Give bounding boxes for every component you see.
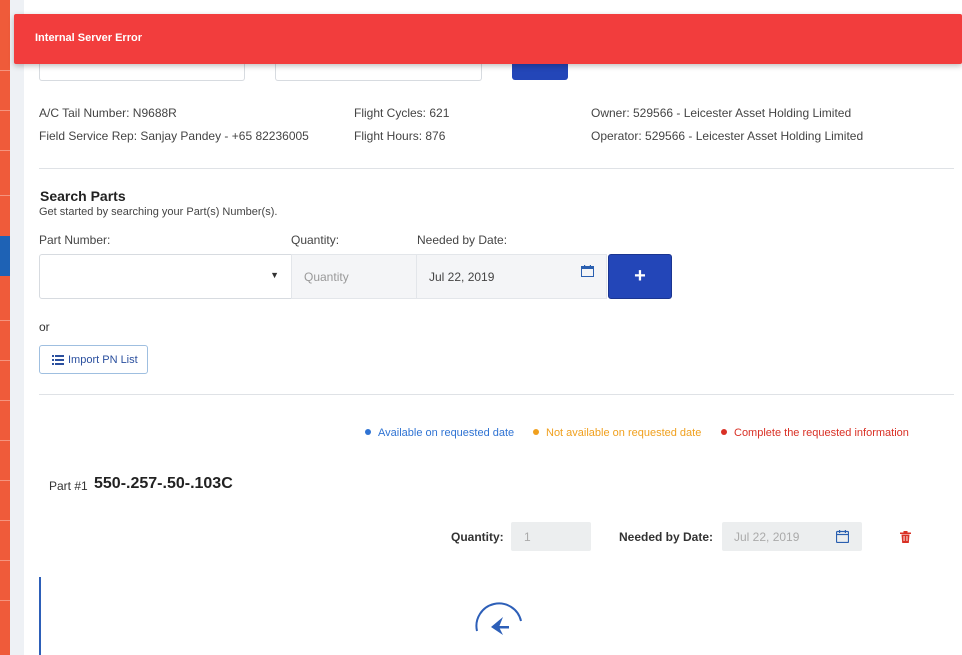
divider xyxy=(39,168,954,169)
list-icon xyxy=(52,355,64,365)
legend-incomplete: Complete the requested information xyxy=(721,427,909,439)
needed-by-date-value: Jul 22, 2019 xyxy=(429,270,495,284)
section-title: Search Parts xyxy=(40,188,126,204)
tail-number: A/C Tail Number: N9688R xyxy=(39,106,177,120)
quantity-input[interactable] xyxy=(291,254,417,299)
calendar-icon[interactable] xyxy=(581,265,594,277)
needed-by-date-picker[interactable]: Jul 22, 2019 xyxy=(416,254,607,299)
chevron-down-icon: ▼ xyxy=(270,270,279,280)
part-quantity-label: Quantity: xyxy=(451,530,504,544)
legend-dot xyxy=(533,429,539,435)
calendar-icon[interactable] xyxy=(836,530,849,543)
part-number-label: Part Number: xyxy=(39,233,111,247)
legend-label: Available on requested date xyxy=(378,427,515,439)
part-needed-by-label: Needed by Date: xyxy=(619,530,714,544)
part-number: 550-.257-.50-.103C xyxy=(94,475,233,492)
add-part-button[interactable]: + xyxy=(608,254,672,299)
legend-dot xyxy=(721,429,727,435)
import-pn-list-label: Import PN List xyxy=(68,354,138,366)
part-number-select[interactable]: ▼ xyxy=(39,254,292,299)
quantity-label: Quantity: xyxy=(291,233,340,247)
error-toast[interactable]: Internal Server Error xyxy=(14,14,962,64)
part-quantity-input[interactable]: 1 xyxy=(511,522,591,551)
owner: Owner: 529566 - Leicester Asset Holding … xyxy=(591,106,852,120)
main-content xyxy=(24,0,962,655)
error-message: Internal Server Error xyxy=(35,32,142,44)
divider xyxy=(39,394,954,395)
import-pn-list-button[interactable]: Import PN List xyxy=(39,345,148,374)
plus-icon: + xyxy=(634,265,646,287)
flight-cycles: Flight Cycles: 621 xyxy=(354,106,450,120)
part-prefix: Part #1 xyxy=(49,479,88,493)
part-needed-by-value: Jul 22, 2019 xyxy=(734,530,800,544)
legend-dot xyxy=(365,429,371,435)
needed-by-label: Needed by Date: xyxy=(417,233,508,247)
legend-available: Available on requested date xyxy=(365,427,514,439)
sidebar-active-item[interactable] xyxy=(0,236,10,276)
legend-label: Not available on requested date xyxy=(546,427,702,439)
loading-logo-icon xyxy=(475,602,522,635)
part-needed-by-date-picker[interactable]: Jul 22, 2019 xyxy=(722,522,862,551)
aircraft-search-input[interactable] xyxy=(39,63,245,81)
aircraft-filter-input[interactable] xyxy=(275,63,482,81)
part-card-accent xyxy=(39,577,41,655)
legend-not-available: Not available on requested date xyxy=(533,427,701,439)
sidebar-gutter xyxy=(10,0,24,655)
section-subtitle: Get started by searching your Part(s) Nu… xyxy=(39,206,278,218)
trash-icon[interactable] xyxy=(900,531,911,543)
part-quantity-value: 1 xyxy=(524,530,531,544)
left-sidebar-rail xyxy=(0,0,10,655)
or-separator: or xyxy=(39,320,50,334)
field-service-rep: Field Service Rep: Sanjay Pandey - +65 8… xyxy=(39,129,309,143)
legend-label: Complete the requested information xyxy=(734,427,909,439)
operator: Operator: 529566 - Leicester Asset Holdi… xyxy=(591,129,864,143)
flight-hours: Flight Hours: 876 xyxy=(354,129,446,143)
